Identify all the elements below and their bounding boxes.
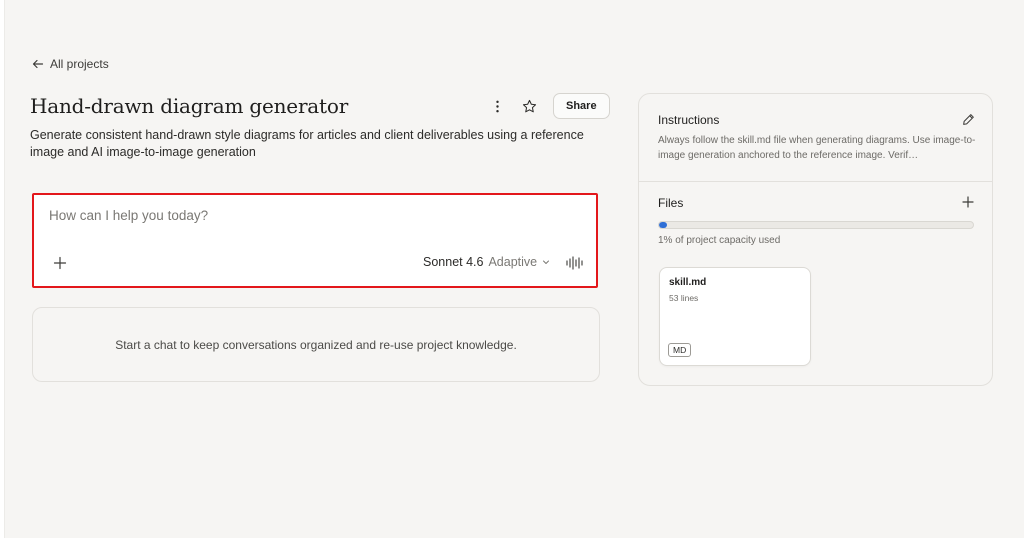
instructions-text: Always follow the skill.md file when gen…: [658, 135, 976, 161]
voice-input-button[interactable]: [564, 253, 586, 273]
add-file-button[interactable]: [960, 194, 976, 210]
plus-icon: [962, 196, 974, 208]
model-name: Sonnet 4.6: [423, 255, 484, 269]
instructions-section[interactable]: Instructions Always follow the skill.md …: [639, 94, 992, 182]
chat-composer: Sonnet 4.6 Adaptive: [32, 193, 598, 288]
capacity-progress-bar: [658, 221, 974, 229]
back-link-label: All projects: [50, 57, 109, 71]
back-to-projects-link[interactable]: All projects: [32, 57, 109, 71]
files-title: Files: [658, 196, 684, 210]
chevron-down-icon: [543, 260, 550, 264]
plus-icon: [53, 256, 67, 270]
instructions-title: Instructions: [658, 113, 720, 127]
project-description: Generate consistent hand-drawn style dia…: [30, 128, 584, 159]
project-knowledge-panel: Instructions Always follow the skill.md …: [638, 93, 993, 386]
pencil-icon: [962, 113, 974, 125]
model-mode: Adaptive: [488, 255, 538, 269]
voice-wave-icon: [566, 256, 583, 270]
project-title: Hand-drawn diagram generator: [30, 94, 349, 118]
more-options-button[interactable]: [485, 94, 509, 118]
capacity-progress-fill: [659, 222, 667, 228]
arrow-left-icon: [32, 59, 44, 69]
file-name: skill.md: [669, 277, 707, 288]
chat-input[interactable]: [49, 208, 569, 223]
add-attachment-button[interactable]: [50, 253, 70, 273]
share-button[interactable]: Share: [553, 93, 610, 119]
file-meta: 53 lines: [669, 293, 699, 303]
file-card[interactable]: skill.md 53 lines MD: [659, 267, 811, 366]
files-section: Files 1% of project capacity used: [639, 182, 992, 246]
edit-instructions-button[interactable]: [960, 111, 976, 127]
empty-state-text: Start a chat to keep conversations organ…: [115, 337, 517, 352]
project-actions: Share: [485, 93, 610, 119]
model-selector[interactable]: Sonnet 4.6 Adaptive: [423, 255, 550, 269]
more-vertical-icon: [495, 100, 499, 112]
project-page: All projects Hand-drawn diagram generato…: [4, 0, 1024, 538]
empty-chats-card: Start a chat to keep conversations organ…: [32, 307, 600, 382]
star-icon: [522, 99, 536, 112]
star-button[interactable]: [517, 94, 541, 118]
capacity-text: 1% of project capacity used: [658, 235, 781, 246]
file-type-badge: MD: [668, 343, 692, 357]
